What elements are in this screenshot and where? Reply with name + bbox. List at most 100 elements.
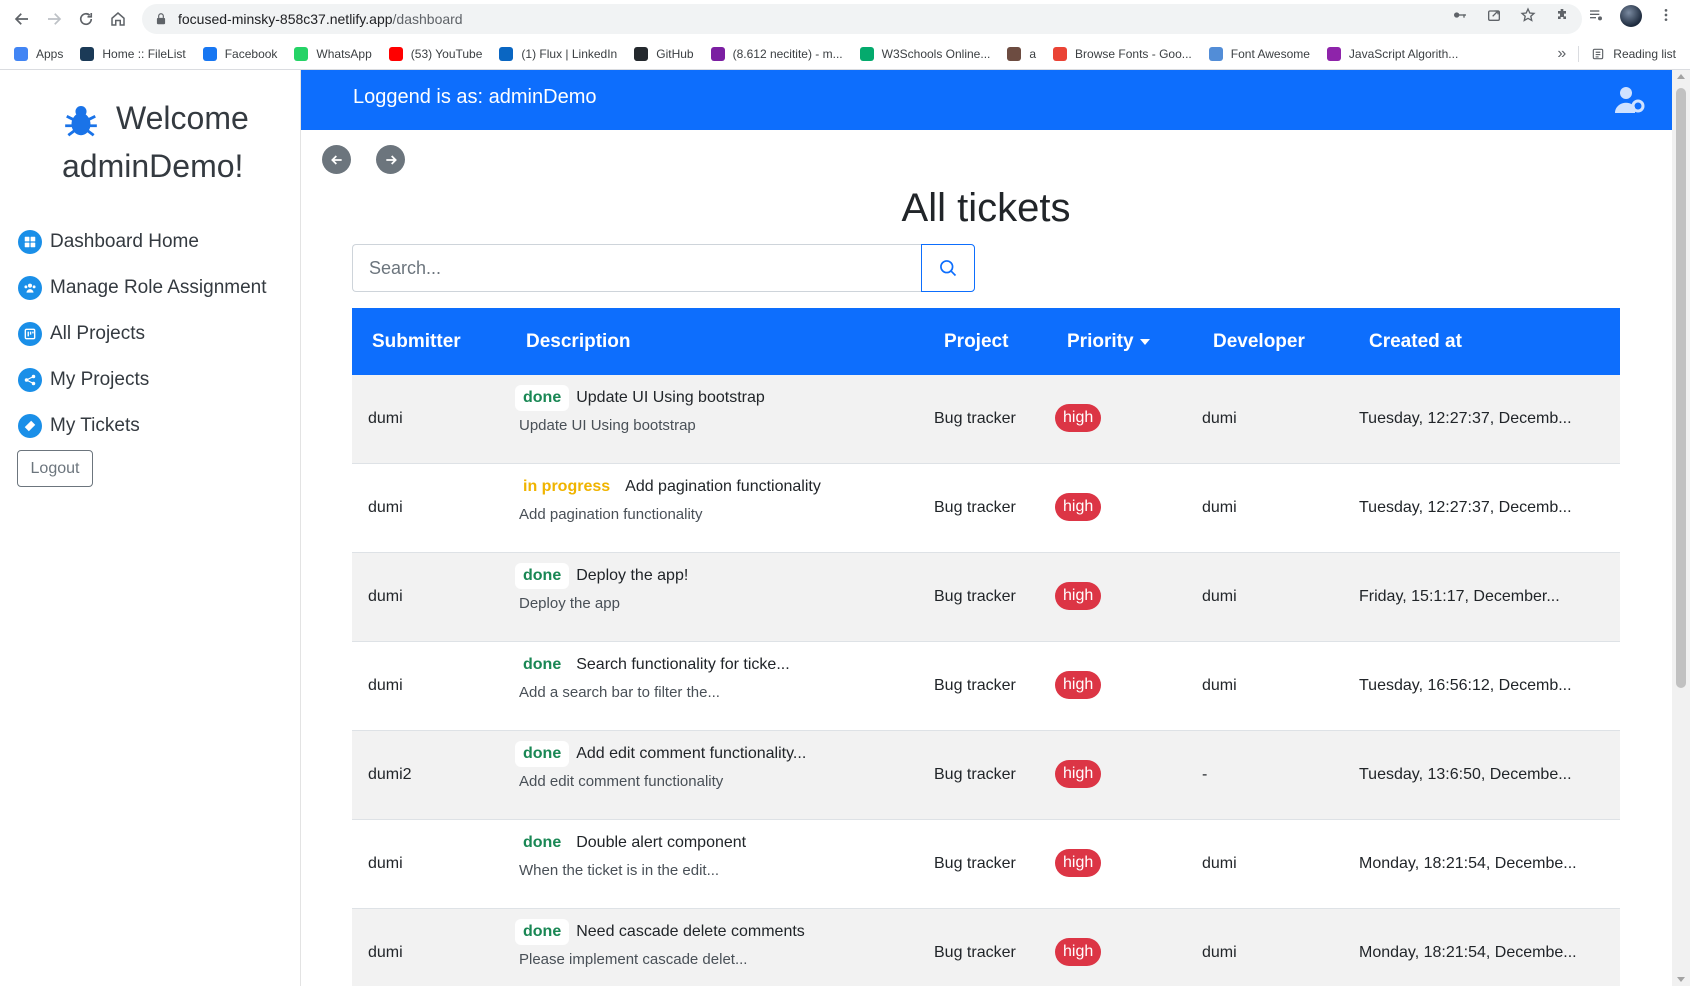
home-icon[interactable]: [106, 7, 130, 31]
sidebar-item-my-tickets[interactable]: My Tickets: [18, 414, 140, 438]
bookmark-label: (1) Flux | LinkedIn: [521, 46, 618, 61]
cell-developer: dumi: [1202, 499, 1237, 516]
table-header: Submitter Description Project Priority D…: [352, 308, 1620, 375]
table-row[interactable]: dumi done Double alert component When the t…: [352, 820, 1620, 909]
projects-icon: [18, 322, 42, 346]
bookmark-favicon-icon: [859, 46, 874, 61]
ticket-icon: [18, 414, 42, 438]
scroll-down-icon[interactable]: [1677, 977, 1685, 982]
bookmarks-right: » Reading list: [1557, 38, 1676, 69]
table-row[interactable]: dumi done Need cascade delete comments Plea…: [352, 909, 1620, 986]
profile-avatar[interactable]: [1620, 5, 1642, 27]
lock-icon: [156, 13, 166, 25]
bookmark-label: GitHub: [656, 46, 694, 61]
bookmark-item[interactable]: JavaScript Algorith...: [1326, 46, 1458, 61]
table-row[interactable]: dumi done Update UI Using bootstrap Update …: [352, 375, 1620, 464]
ticket-title[interactable]: Search functionality for ticke...: [576, 656, 789, 674]
sidebar-item-manage-roles[interactable]: Manage Role Assignment: [18, 276, 267, 300]
bookmark-item[interactable]: (8.612 necitite) - m...: [710, 46, 843, 61]
cell-developer: dumi: [1202, 855, 1237, 872]
header-priority: Priority: [1067, 331, 1134, 352]
forward-arrow-button[interactable]: [376, 145, 405, 174]
sidebar-item-my-projects[interactable]: My Projects: [18, 368, 149, 392]
key-icon[interactable]: [1450, 5, 1470, 25]
ticket-title-line: done Search functionality for ticke...: [515, 652, 790, 678]
priority-badge: high: [1055, 938, 1102, 966]
bookmark-item[interactable]: Browse Fonts - Goo...: [1053, 46, 1192, 61]
media-icon[interactable]: [1586, 5, 1606, 25]
scrollbar-thumb[interactable]: [1676, 88, 1686, 688]
bookmark-item[interactable]: (1) Flux | LinkedIn: [499, 46, 618, 61]
ticket-title[interactable]: Update UI Using bootstrap: [576, 389, 765, 407]
table-row[interactable]: dumi done Deploy the app! Deploy the app Bug…: [352, 553, 1620, 642]
bookmark-item[interactable]: (53) YouTube: [388, 46, 483, 61]
header-project: Project: [944, 331, 1009, 352]
bookmark-label: Font Awesome: [1230, 46, 1310, 61]
cell-submitter: dumi: [368, 410, 403, 427]
address-bar[interactable]: focused-minsky-858c37.netlify.app/dashbo…: [142, 4, 1582, 34]
ticket-description: Add pagination functionality: [519, 506, 703, 523]
bookmark-item[interactable]: a: [1007, 46, 1036, 61]
bookmark-item[interactable]: Apps: [14, 46, 64, 61]
ticket-title[interactable]: Deploy the app!: [576, 567, 688, 585]
search-button[interactable]: [921, 244, 975, 292]
table-row[interactable]: dumi2 done Add edit comment functionality.…: [352, 731, 1620, 820]
status-badge: done: [515, 652, 570, 678]
sidebar-item-dashboard-home[interactable]: Dashboard Home: [18, 230, 199, 254]
page-title: All tickets: [901, 186, 1071, 230]
cell-submitter: dumi: [368, 944, 403, 961]
welcome-heading: Welcome adminDemo!: [62, 94, 292, 190]
bookmark-item[interactable]: Facebook: [202, 46, 277, 61]
ticket-title[interactable]: Add edit comment functionality...: [576, 745, 806, 763]
reload-icon[interactable]: [74, 7, 98, 31]
more-bookmarks-button[interactable]: »: [1557, 45, 1566, 63]
logout-button[interactable]: Logout: [17, 450, 93, 487]
bookmark-label: Apps: [36, 46, 64, 61]
scroll-up-icon[interactable]: [1677, 74, 1685, 79]
share-page-icon[interactable]: [1484, 5, 1504, 25]
page-scrollbar[interactable]: [1672, 70, 1690, 986]
separator: [1578, 45, 1580, 62]
bookmark-item[interactable]: Home :: FileList: [80, 46, 186, 61]
cell-developer: dumi: [1202, 944, 1237, 961]
sidebar-item-all-projects[interactable]: All Projects: [18, 322, 145, 346]
cell-created-at: Monday, 18:21:54, Decembe...: [1359, 855, 1577, 872]
ticket-title-line: done Double alert component: [515, 830, 746, 856]
sidebar-item-label: Dashboard Home: [50, 231, 199, 252]
header-created-at: Created at: [1369, 331, 1462, 352]
bookmark-item[interactable]: Font Awesome: [1208, 46, 1310, 61]
cell-created-at: Tuesday, 12:27:37, Decemb...: [1359, 499, 1572, 516]
star-icon[interactable]: [1518, 5, 1538, 25]
ticket-title[interactable]: Add pagination functionality: [625, 478, 821, 496]
bookmark-label: (53) YouTube: [410, 46, 483, 61]
reading-list-button[interactable]: Reading list: [1613, 47, 1676, 61]
cell-submitter: dumi: [368, 588, 403, 605]
cell-submitter: dumi: [368, 499, 403, 516]
priority-badge: high: [1055, 671, 1102, 699]
search-input[interactable]: [352, 244, 921, 292]
bookmark-favicon-icon: [634, 46, 649, 61]
forward-icon[interactable]: [42, 7, 66, 31]
table-row[interactable]: dumi done Search functionality for ticke..…: [352, 642, 1620, 731]
bookmark-favicon-icon: [499, 46, 514, 61]
users-icon: [18, 276, 42, 300]
back-arrow-button[interactable]: [322, 145, 351, 174]
bookmark-item[interactable]: GitHub: [634, 46, 694, 61]
header-developer: Developer: [1213, 331, 1305, 352]
ticket-title-line: done Deploy the app!: [515, 563, 688, 589]
user-settings-icon[interactable]: [1614, 85, 1646, 115]
logged-in-text: Loggend is as: adminDemo: [353, 86, 597, 108]
bookmark-item[interactable]: W3Schools Online...: [859, 46, 990, 61]
menu-dots-icon[interactable]: [1656, 5, 1676, 25]
priority-dropdown[interactable]: Priority: [1067, 331, 1150, 353]
table-row[interactable]: dumi in progress Add pagination functional…: [352, 464, 1620, 553]
ticket-title[interactable]: Need cascade delete comments: [576, 923, 805, 941]
ticket-description: Add edit comment functionality: [519, 773, 724, 790]
ticket-title-line: in progress Add pagination functionality: [515, 474, 821, 500]
ticket-title[interactable]: Double alert component: [576, 834, 746, 852]
bookmark-item[interactable]: WhatsApp: [294, 46, 372, 61]
back-icon[interactable]: [10, 7, 34, 31]
status-badge: done: [515, 919, 570, 945]
cell-project: Bug tracker: [934, 766, 1016, 783]
extensions-icon[interactable]: [1552, 5, 1572, 25]
